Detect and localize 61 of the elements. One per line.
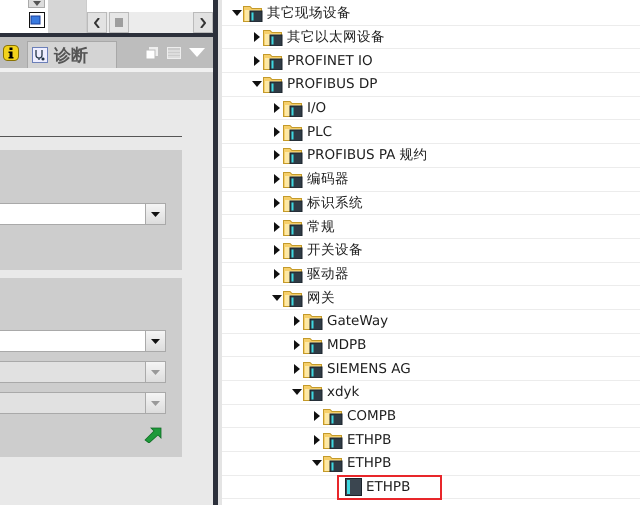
tree-item-label[interactable]: I/O [307, 100, 326, 116]
tree-item-label[interactable]: 其它以太网设备 [287, 28, 385, 46]
diagnostics-tab[interactable]: 诊断 [27, 41, 117, 68]
window-icon [29, 12, 45, 28]
folder-icon [243, 4, 263, 22]
folder-icon [303, 312, 323, 330]
dropdown-field[interactable] [0, 330, 166, 352]
folder-icon [303, 336, 323, 354]
info-icon[interactable] [3, 44, 19, 60]
dropdown-button[interactable] [28, 0, 45, 8]
tree-item-label[interactable]: PROFINET IO [287, 52, 373, 69]
tree-item-label[interactable]: COMPB [347, 408, 396, 424]
scroll-right-button[interactable] [193, 12, 213, 33]
tree-item-label[interactable]: ETHPB [347, 432, 392, 448]
caret-down-icon [32, 1, 40, 6]
folder-icon [283, 170, 303, 188]
folder-icon [283, 99, 303, 118]
folder-icon [323, 407, 343, 426]
scroll-left-button[interactable] [87, 12, 107, 33]
folder-icon [283, 122, 303, 141]
tree-item-label[interactable]: 开关设备 [307, 241, 363, 260]
chevron-right-icon [200, 18, 206, 28]
caret-down-icon [151, 400, 160, 406]
folder-icon [263, 52, 283, 70]
folder-icon [283, 218, 303, 236]
tree-item-label[interactable]: 编码器 [307, 170, 349, 188]
stethoscope-icon [32, 47, 48, 63]
caret-down-icon [151, 338, 160, 344]
tree-item-label[interactable]: PLC [307, 124, 332, 140]
tree-item-label[interactable]: SIEMENS AG [327, 360, 411, 377]
scroll-thumb[interactable] [109, 12, 129, 33]
folder-icon [323, 430, 343, 449]
tree-item-label[interactable]: 标识系统 [307, 194, 363, 212]
tree-item-label[interactable]: 驱动器 [307, 264, 349, 283]
folder-icon [323, 454, 343, 472]
folder-icon [283, 146, 303, 164]
tree-item-label[interactable]: 网关 [307, 288, 335, 307]
folder-icon [303, 383, 323, 402]
grip-icon [115, 18, 123, 27]
folder-icon [283, 241, 303, 260]
tree-item-label[interactable]: 常规 [307, 218, 335, 236]
folder-icon [303, 360, 323, 378]
folder-icon [283, 194, 303, 212]
tree-item-label[interactable]: PROFIBUS PA 规约 [307, 146, 428, 164]
tree-item-label[interactable]: PROFIBUS DP [287, 76, 378, 92]
tree-item-label[interactable]: ETHPB [366, 479, 410, 496]
tree-item-label[interactable]: 其它现场设备 [267, 4, 351, 22]
device-icon [345, 478, 363, 496]
folder-icon [283, 264, 303, 283]
tree-item-label[interactable]: GateWay [327, 313, 388, 330]
folder-icon [263, 28, 283, 46]
folder-icon [263, 75, 283, 94]
chevron-left-icon [94, 18, 100, 28]
caret-down-icon [151, 370, 160, 374]
tree-item-label[interactable]: MDPB [327, 336, 366, 353]
tree-item-label[interactable]: xdyk [327, 384, 360, 400]
dropdown-field[interactable] [0, 203, 166, 225]
folder-icon [283, 288, 303, 307]
caret-down-icon [151, 212, 160, 216]
tree-item-label[interactable]: ETHPB [347, 455, 392, 472]
horizontal-scrollbar[interactable] [87, 12, 213, 33]
